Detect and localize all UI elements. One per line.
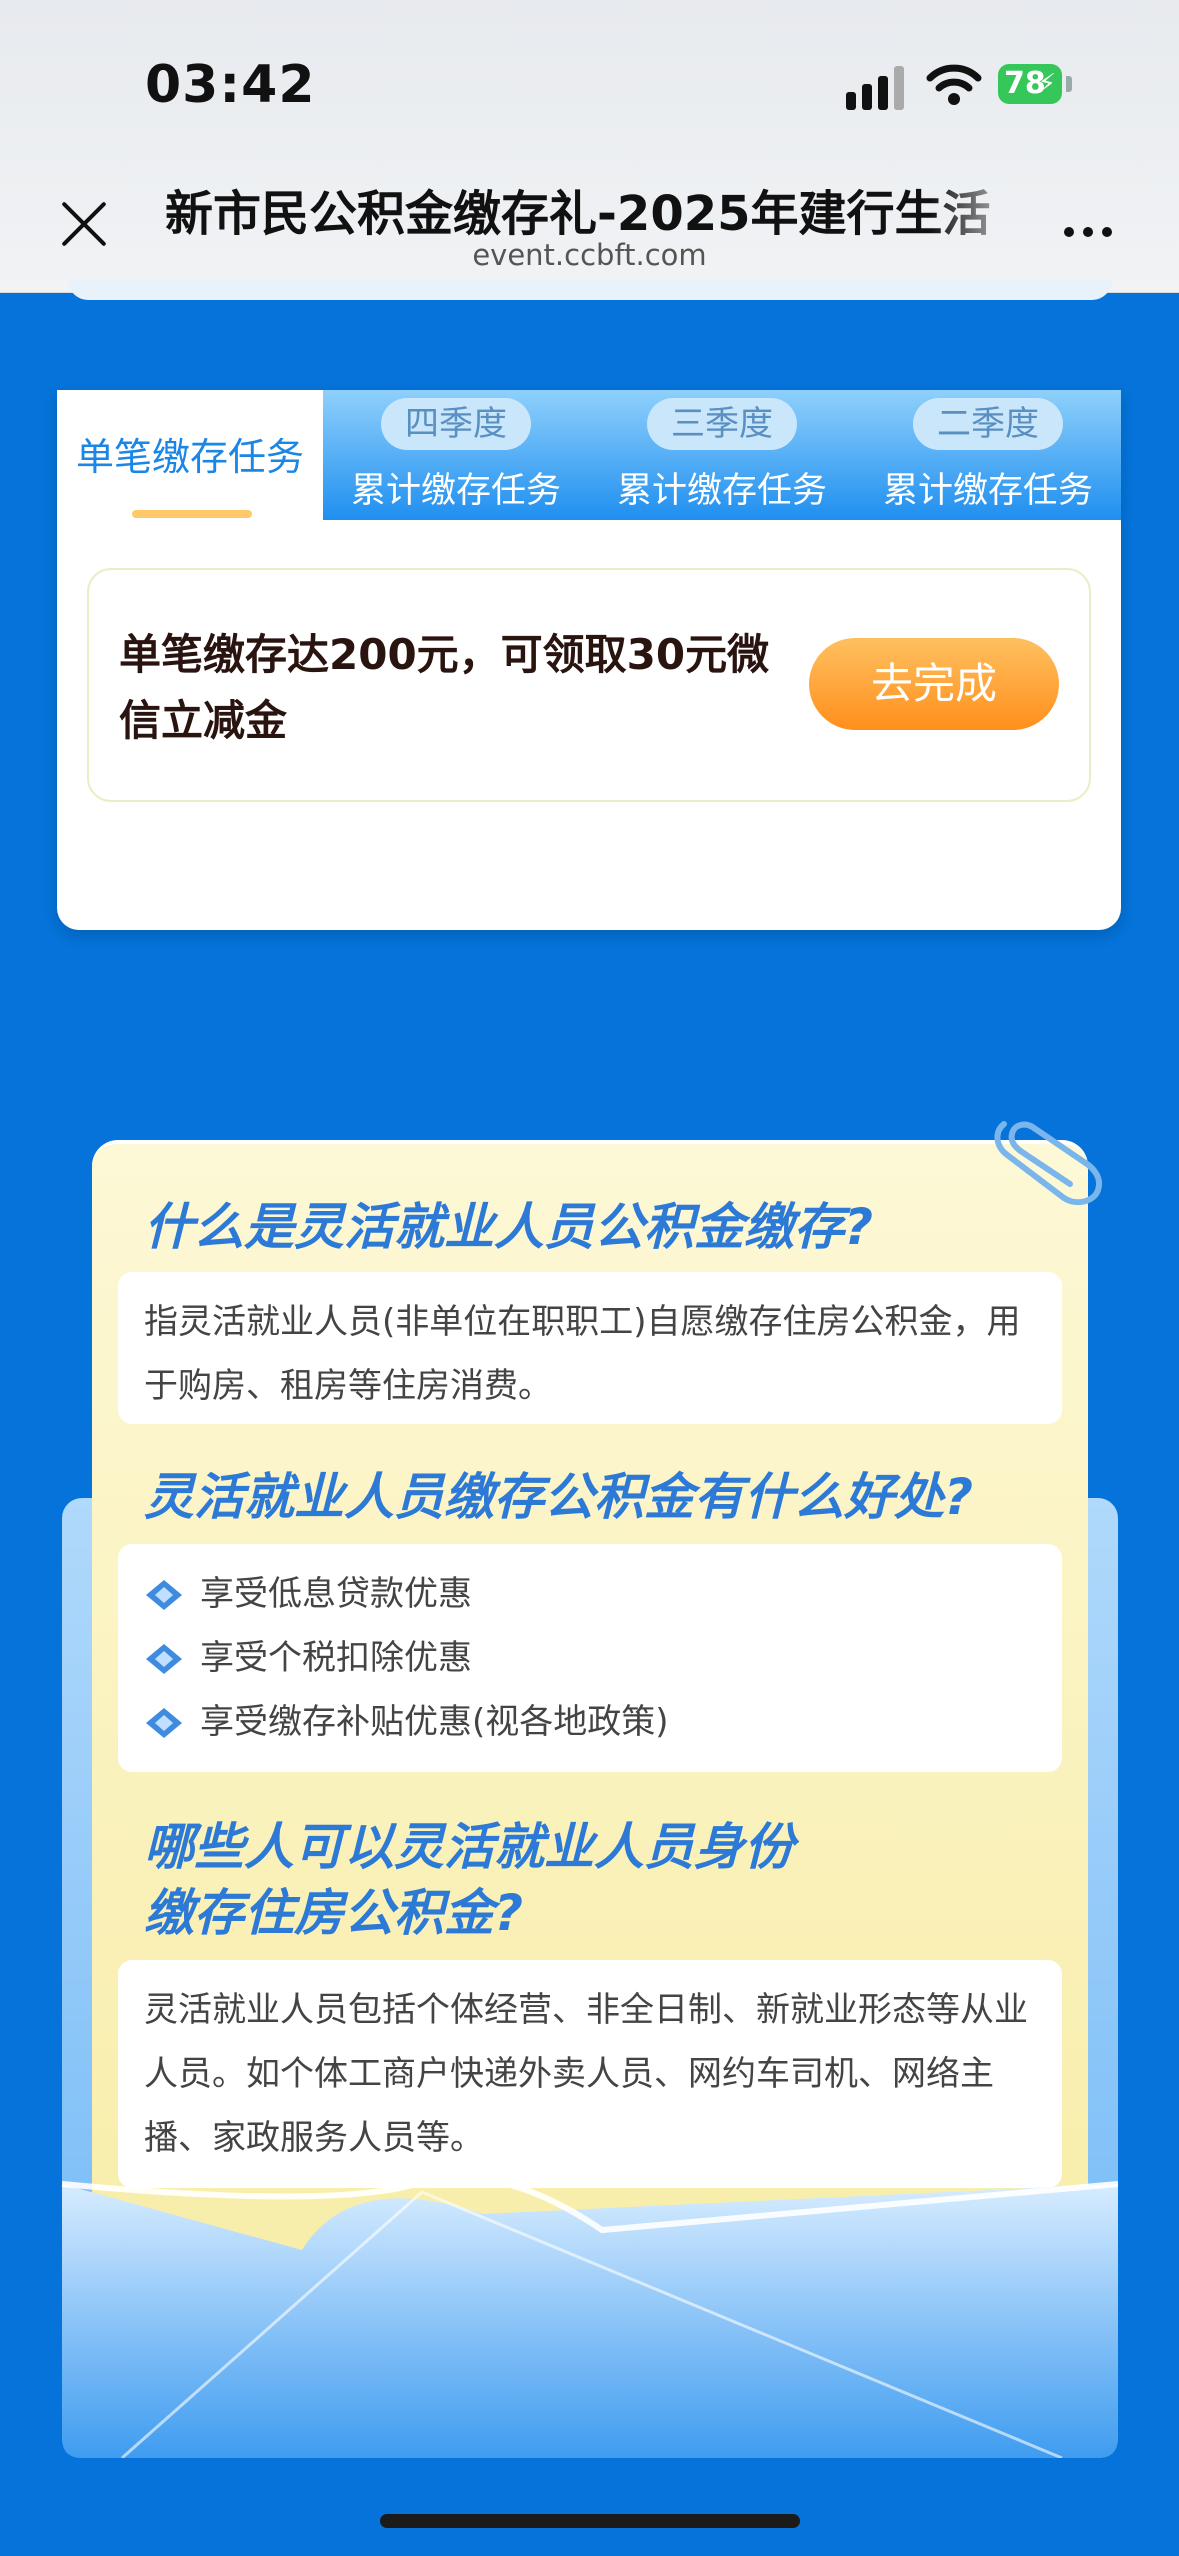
previous-card-edge [68,280,1112,300]
browser-header: 03:42 78 ⚡ 新市民公积金缴存礼-2025年建行生活 event.ccb… [0,0,1179,293]
task-item: 单笔缴存达200元，可领取30元微信立减金 去完成 [87,568,1091,802]
wifi-icon [926,64,982,105]
tab-active-indicator [132,510,252,518]
charging-bolt-icon: ⚡ [1037,69,1056,99]
page-url: event.ccbft.com [472,238,707,272]
go-complete-button[interactable]: 去完成 [809,638,1059,730]
diamond-bullet-icon [146,1708,182,1738]
tab-label: 累计缴存任务 [882,471,1093,511]
faq-question-3: 哪些人可以灵活就业人员身份 缴存住房公积金? [144,1814,794,1946]
faq-question-3-line-2: 缴存住房公积金? [144,1884,524,1942]
faq-answer-3-box: 灵活就业人员包括个体经营、非全日制、新就业形态等从业人员。如个体工商户快递外卖人… [118,1960,1062,2188]
diamond-bullet-icon [146,1580,182,1610]
tab-label: 累计缴存任务 [350,471,561,511]
tab-label: 单笔缴存任务 [75,435,304,479]
envelope-front [62,2174,1118,2458]
battery-cap [1066,76,1072,92]
paperclip-icon [994,1121,1102,1206]
faq-question-3-line-1: 哪些人可以灵活就业人员身份 [144,1818,794,1876]
faq-answer-1-box: 指灵活就业人员(非单位在职职工)自愿缴存住房公积金，用于购房、租房等住房消费。 [118,1272,1062,1424]
tab-season-badge: 二季度 [913,398,1063,450]
faq-answer-3: 灵活就业人员包括个体经营、非全日制、新就业形态等从业人员。如个体工商户快递外卖人… [144,1990,1028,2158]
tab-season-badge: 四季度 [381,398,531,450]
diamond-bullet-icon [146,1644,182,1674]
status-time: 03:42 [145,55,316,115]
task-description: 单笔缴存达200元，可领取30元微信立减金 [119,630,770,745]
tab-single-deposit[interactable]: 单笔缴存任务 [57,390,323,520]
task-tabs: 单笔缴存任务 四季度 累计缴存任务 三季度 累计缴存任务 二季度 累计缴存任务 [57,390,1121,520]
battery-icon: 78 ⚡ [998,64,1062,104]
more-icon[interactable] [1064,222,1121,241]
tab-q4-cumulative[interactable]: 四季度 累计缴存任务 [323,390,589,520]
tab-season-badge: 三季度 [647,398,797,450]
faq-question-2: 灵活就业人员缴存公积金有什么好处? [144,1468,974,1526]
home-indicator [380,2514,800,2528]
tab-label: 累计缴存任务 [616,471,827,511]
task-card: 单笔缴存任务 四季度 累计缴存任务 三季度 累计缴存任务 二季度 累计缴存任务 … [57,390,1121,930]
tab-q3-cumulative[interactable]: 三季度 累计缴存任务 [589,390,855,520]
signal-icon [846,66,906,110]
faq-card: 什么是灵活就业人员公积金缴存? 指灵活就业人员(非单位在职职工)自愿缴存住房公积… [92,1140,1088,2300]
faq-answer-1: 指灵活就业人员(非单位在职职工)自愿缴存住房公积金，用于购房、租房等住房消费。 [144,1302,1021,1406]
faq-question-1: 什么是灵活就业人员公积金缴存? [144,1198,874,1256]
tab-q2-cumulative[interactable]: 二季度 累计缴存任务 [855,390,1121,520]
page-title: 新市民公积金缴存礼-2025年建行生活 [165,186,991,242]
faq-benefits-box: 享受低息贷款优惠 享受个税扣除优惠 享受缴存补贴优惠(视各地政策) [118,1544,1062,1772]
